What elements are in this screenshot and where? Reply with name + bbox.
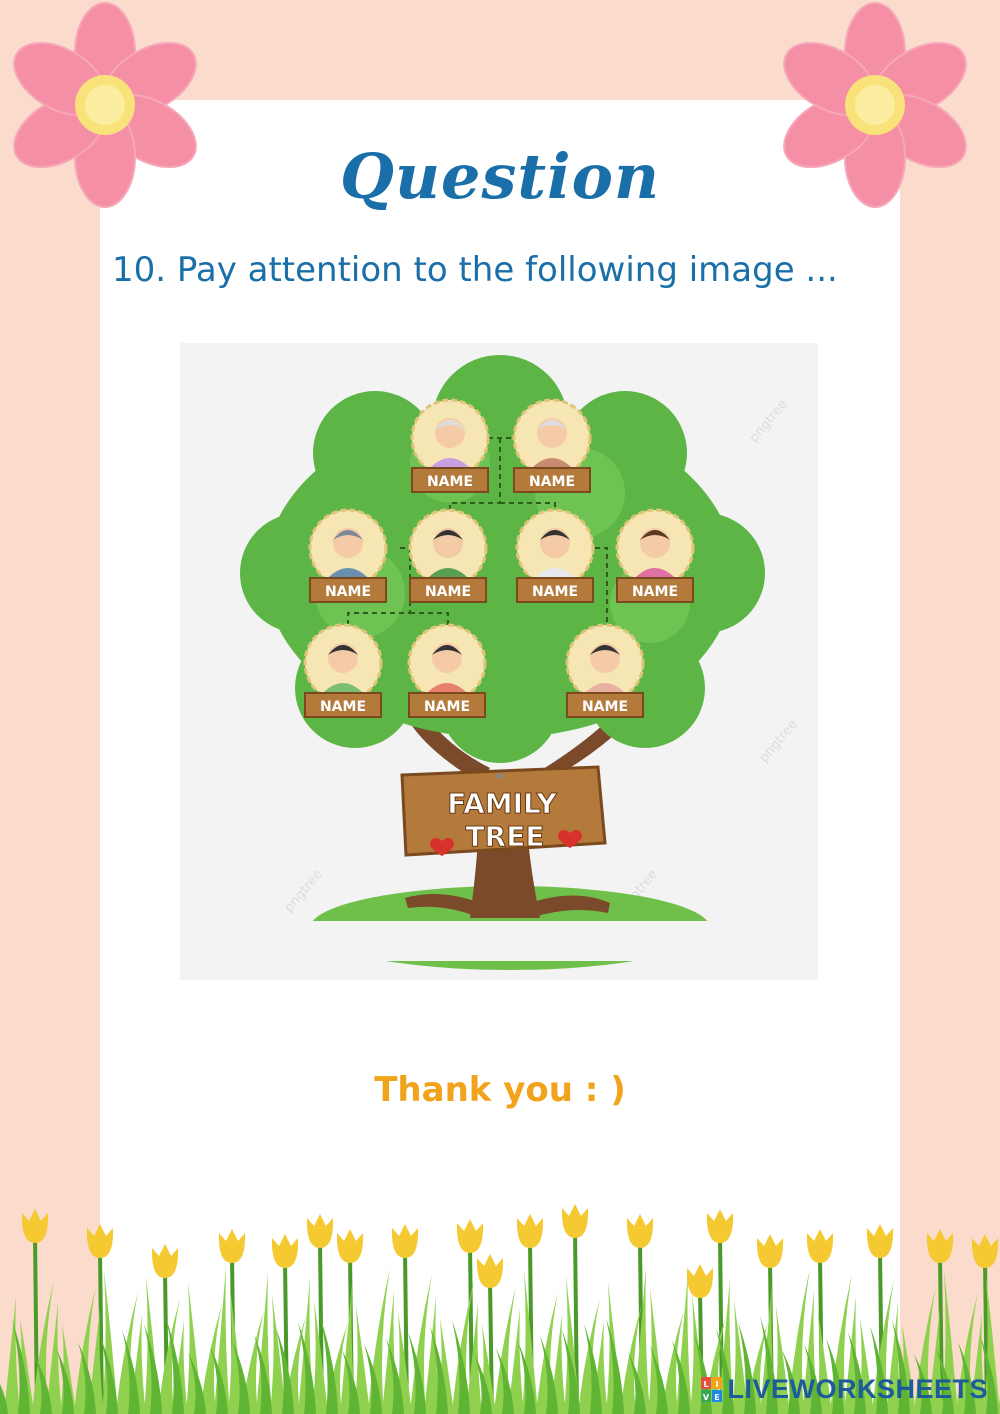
svg-text:E: E [715,1393,720,1402]
family-member-name-label: NAME [529,474,575,490]
page-title: Question [339,140,661,213]
svg-text:V: V [703,1393,710,1402]
watermark-text: pngtree [282,867,326,916]
watermark-text: pngtree [747,397,791,446]
family-tree-image: pngtree pngtree pngtree pngtree FAMILY T… [180,343,818,980]
sign-line-1: FAMILY [447,787,557,820]
family-tree-sign: FAMILY TREE [400,765,607,857]
thank-you-text: Thank you : ) [374,1070,626,1110]
family-member-node: NAME [515,508,595,603]
liveworksheets-logo-icon: L I V E [701,1376,723,1402]
svg-text:I: I [716,1380,719,1389]
family-member-node: NAME [615,508,695,603]
family-member-node: NAME [303,623,383,718]
family-member-name-label: NAME [532,584,578,600]
family-member-node: NAME [308,508,388,603]
family-member-node: NAME [410,398,490,493]
brand-name: LIVEWORKSHEETS [727,1374,988,1404]
sign-line-2: TREE [466,820,545,853]
family-member-node: NAME [408,508,488,603]
family-member-name-label: NAME [425,584,471,600]
family-member-node: NAME [565,623,645,718]
family-member-node: NAME [407,623,487,718]
liveworksheets-brand: L I V E LIVEWORKSHEETS [701,1374,988,1405]
family-member-name-label: NAME [582,699,628,715]
family-member-name-label: NAME [427,474,473,490]
family-member-name-label: NAME [632,584,678,600]
family-member-name-label: NAME [320,699,366,715]
watermark-text: pngtree [757,717,801,766]
family-member-name-label: NAME [424,699,470,715]
question-prompt: 10. Pay attention to the following image… [112,250,838,290]
family-member-node: NAME [512,398,592,493]
svg-text:L: L [704,1380,709,1389]
family-member-name-label: NAME [325,584,371,600]
